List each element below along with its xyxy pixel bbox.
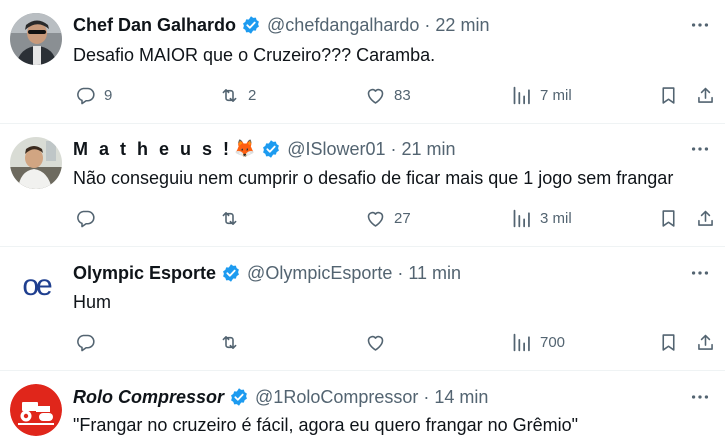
reply-button[interactable]	[75, 206, 104, 230]
retweet-icon	[219, 208, 240, 229]
separator: ·	[423, 386, 430, 407]
fox-emoji: 🦊	[234, 139, 256, 158]
retweet-icon	[219, 332, 240, 353]
tweet-header: Rolo Compressor @1RoloCompressor · 14 mi…	[73, 384, 488, 410]
tweet-text: Desafio MAIOR que o Cruzeiro??? Caramba.	[73, 45, 436, 65]
verified-badge-icon	[221, 263, 241, 283]
action-bar: 700	[73, 330, 713, 354]
reply-button[interactable]	[75, 330, 104, 354]
author-name[interactable]: Chef Dan Galhardo	[73, 15, 236, 36]
share-button[interactable]	[695, 83, 716, 107]
views-icon	[511, 208, 532, 229]
bookmark-button[interactable]	[658, 83, 679, 107]
tweet-header: M a t h e u s ! 🦊 @ISlower01 · 21 min	[73, 136, 456, 162]
tweet-chef-dan[interactable]: Chef Dan Galhardo @chefdangalhardo · 22 …	[0, 0, 725, 124]
more-icon[interactable]	[689, 138, 711, 160]
share-icon	[695, 332, 716, 353]
share-button[interactable]	[695, 330, 716, 354]
views-count: 700	[540, 333, 566, 351]
retweet-count: 2	[248, 86, 257, 104]
retweet-button[interactable]: 2	[219, 83, 256, 107]
tweet-rolo[interactable]: Rolo Compressor @1RoloCompressor · 14 mi…	[0, 371, 725, 437]
separator: ·	[397, 262, 404, 283]
share-icon	[695, 85, 716, 106]
timestamp[interactable]: 11 min	[408, 263, 461, 284]
tweet-header: Olympic Esporte @OlympicEsporte · 11 min	[73, 260, 461, 286]
like-count: 83	[394, 86, 411, 104]
tweet-text: "Frangar no cruzeiro é fácil, agora eu q…	[73, 415, 579, 435]
share-icon	[695, 208, 716, 229]
reply-button[interactable]: 9	[75, 83, 112, 107]
author-name[interactable]: Rolo Compressor	[73, 387, 224, 408]
bookmark-icon	[658, 208, 679, 229]
like-icon	[365, 85, 386, 106]
tweet-text: Não conseguiu nem cumprir o desafio de f…	[73, 168, 674, 188]
more-icon[interactable]	[689, 386, 711, 408]
author-name[interactable]: M a t h e u s !	[73, 139, 232, 160]
reply-icon	[75, 332, 96, 353]
action-bar: 9 2 83 7 mil	[73, 83, 713, 107]
timestamp[interactable]: 14 min	[434, 387, 488, 408]
retweet-icon	[219, 85, 240, 106]
separator: ·	[390, 138, 397, 159]
views-button[interactable]: 7 mil	[511, 83, 572, 107]
avatar[interactable]	[10, 13, 62, 65]
author-name[interactable]: Olympic Esporte	[73, 263, 216, 284]
bookmark-button[interactable]	[658, 206, 679, 230]
author-handle[interactable]: @OlympicEsporte	[247, 263, 392, 284]
more-icon[interactable]	[689, 262, 711, 284]
retweet-button[interactable]	[219, 330, 248, 354]
views-button[interactable]: 700	[511, 330, 565, 354]
bookmark-icon	[658, 332, 679, 353]
like-icon	[365, 208, 386, 229]
action-bar: 27 3 mil	[73, 206, 713, 230]
author-handle[interactable]: @chefdangalhardo	[267, 15, 419, 36]
avatar[interactable]: oe	[10, 260, 62, 312]
reply-icon	[75, 85, 96, 106]
views-button[interactable]: 3 mil	[511, 206, 572, 230]
timestamp[interactable]: 21 min	[402, 139, 456, 160]
share-button[interactable]	[695, 206, 716, 230]
verified-badge-icon	[229, 387, 249, 407]
reply-icon	[75, 208, 96, 229]
like-button[interactable]: 27	[365, 206, 411, 230]
bookmark-button[interactable]	[658, 330, 679, 354]
more-icon[interactable]	[689, 14, 711, 36]
views-count: 7 mil	[540, 86, 572, 104]
avatar[interactable]	[10, 384, 62, 436]
retweet-button[interactable]	[219, 206, 248, 230]
separator: ·	[424, 14, 431, 35]
views-count: 3 mil	[540, 209, 572, 227]
like-button[interactable]: 83	[365, 83, 411, 107]
like-button[interactable]	[365, 330, 394, 354]
avatar[interactable]	[10, 137, 62, 189]
olympic-logo: oe	[22, 269, 52, 302]
reply-count: 9	[104, 86, 113, 104]
author-handle[interactable]: @1RoloCompressor	[255, 387, 418, 408]
like-icon	[365, 332, 386, 353]
tweet-olympic[interactable]: oe Olympic Esporte @OlympicEsporte · 11 …	[0, 247, 725, 371]
tweet-text: Hum	[73, 292, 112, 312]
views-icon	[511, 332, 532, 353]
author-handle[interactable]: @ISlower01	[287, 139, 385, 160]
bookmark-icon	[658, 85, 679, 106]
verified-badge-icon	[241, 15, 261, 35]
views-icon	[511, 85, 532, 106]
timestamp[interactable]: 22 min	[435, 15, 489, 36]
verified-badge-icon	[261, 139, 281, 159]
like-count: 27	[394, 209, 411, 227]
tweet-header: Chef Dan Galhardo @chefdangalhardo · 22 …	[73, 12, 489, 38]
tweet-matheus[interactable]: M a t h e u s ! 🦊 @ISlower01 · 21 min Nã…	[0, 124, 725, 247]
